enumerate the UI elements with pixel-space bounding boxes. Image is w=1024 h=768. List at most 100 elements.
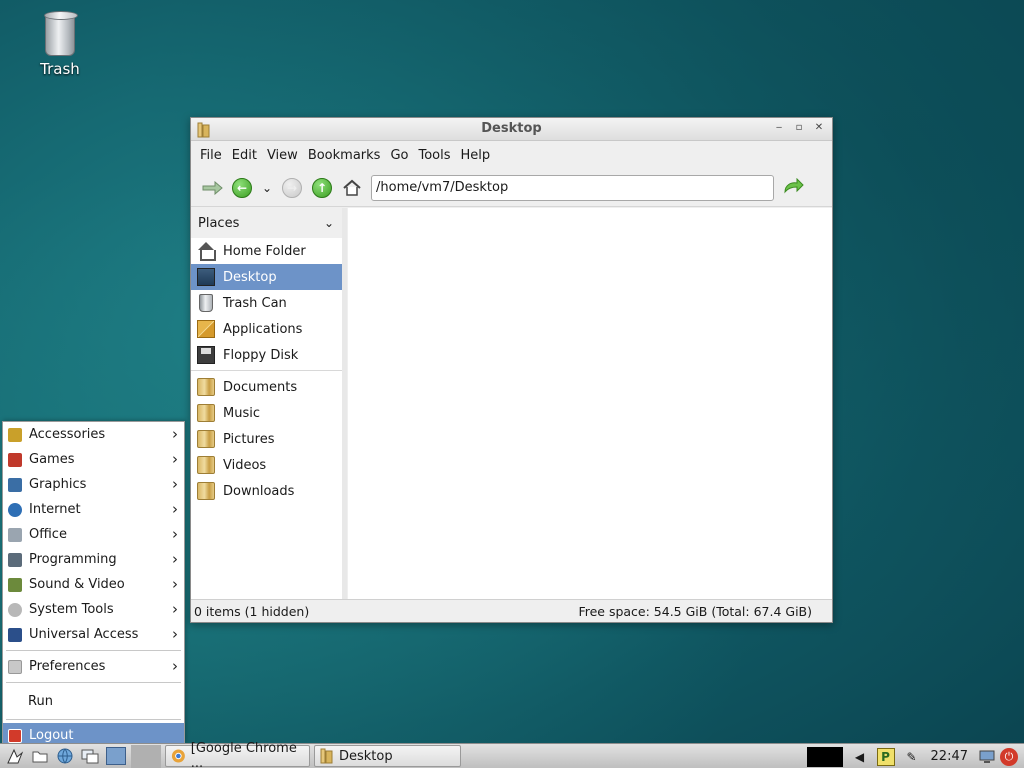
- status-item-count: 0 items (1 hidden): [194, 603, 310, 619]
- menu-games[interactable]: Games ›: [3, 447, 184, 472]
- menu-sound-video[interactable]: Sound & Video ›: [3, 572, 184, 597]
- volume-icon[interactable]: ◀: [851, 748, 869, 766]
- back-button[interactable]: ←: [227, 173, 257, 203]
- file-list-area[interactable]: [348, 208, 832, 599]
- system-tools-icon: [8, 602, 22, 617]
- start-menu-button[interactable]: [5, 746, 25, 766]
- forward-button[interactable]: →: [277, 173, 307, 203]
- menu-file[interactable]: File: [195, 148, 227, 163]
- bookmark-downloads[interactable]: Downloads: [191, 478, 342, 504]
- cpu-monitor[interactable]: [806, 746, 843, 767]
- separator: [6, 682, 181, 683]
- menu-logo-icon: [7, 748, 24, 764]
- floppy-icon: [197, 346, 215, 364]
- menu-label: Accessories: [29, 427, 106, 442]
- menu-tools[interactable]: Tools: [413, 148, 455, 163]
- menu-programming[interactable]: Programming ›: [3, 547, 184, 572]
- preferences-icon: [8, 659, 22, 674]
- back-arrow-icon: ←: [232, 177, 252, 198]
- package-updater-icon[interactable]: P: [876, 747, 895, 766]
- desktop-pager[interactable]: [105, 746, 127, 766]
- home-icon: [343, 179, 361, 196]
- path-input[interactable]: /home/vm7/Desktop: [371, 174, 774, 201]
- folder-icon: [197, 378, 215, 396]
- go-button[interactable]: [778, 173, 808, 203]
- menu-bookmarks[interactable]: Bookmarks: [303, 148, 386, 163]
- globe-icon: [57, 748, 73, 764]
- place-applications[interactable]: Applications: [191, 316, 342, 342]
- menu-label: System Tools: [29, 602, 114, 617]
- new-tab-button[interactable]: [197, 173, 227, 203]
- chevron-down-icon: ⌄: [261, 180, 273, 195]
- menu-internet[interactable]: Internet ›: [3, 497, 184, 522]
- menu-accessories[interactable]: Accessories ›: [3, 422, 184, 447]
- place-desktop[interactable]: Desktop: [191, 264, 342, 290]
- accessories-icon: [8, 427, 22, 442]
- side-pane: Places ⌄ Home Folder Desktop Trash Can A…: [191, 208, 347, 599]
- close-button[interactable]: ✕: [812, 120, 826, 136]
- minimize-button[interactable]: ‒: [772, 120, 786, 136]
- menu-universal-access[interactable]: Universal Access ›: [3, 622, 184, 647]
- chevron-right-icon: ›: [172, 600, 178, 618]
- programming-icon: [8, 552, 22, 567]
- menu-office[interactable]: Office ›: [3, 522, 184, 547]
- bookmark-label: Downloads: [223, 483, 295, 499]
- workspace-icon: [106, 747, 126, 765]
- clock[interactable]: 22:47: [931, 749, 968, 764]
- file-manager-window: Desktop ‒ ▫ ✕ File Edit View Bookmarks G…: [190, 117, 833, 623]
- menu-view[interactable]: View: [262, 148, 303, 163]
- folder-icon: [197, 482, 215, 500]
- menu-label: Run: [28, 693, 53, 709]
- desktop-trash-icon[interactable]: Trash: [30, 10, 90, 78]
- maximize-button[interactable]: ▫: [792, 120, 806, 136]
- menu-label: Logout: [29, 728, 74, 743]
- taskbar: [Google Chrome ... Desktop ◀ P ✎ 22:47 ⏻: [0, 741, 1024, 768]
- menu-go[interactable]: Go: [385, 148, 413, 163]
- file-manager-launcher[interactable]: [30, 746, 50, 766]
- separator: [6, 719, 181, 720]
- network-icon[interactable]: ✎: [903, 748, 921, 766]
- folder-icon: [320, 748, 333, 764]
- status-bar: 0 items (1 hidden) Free space: 54.5 GiB …: [191, 599, 832, 622]
- trash-icon: [199, 294, 213, 312]
- menu-help[interactable]: Help: [456, 148, 496, 163]
- up-arrow-icon: ↑: [312, 177, 332, 198]
- menu-edit[interactable]: Edit: [227, 148, 262, 163]
- places-header[interactable]: Places ⌄: [191, 208, 342, 238]
- separator: [191, 370, 342, 371]
- bookmark-videos[interactable]: Videos: [191, 452, 342, 478]
- place-label: Trash Can: [223, 295, 287, 311]
- task-label: [Google Chrome ...: [190, 741, 297, 768]
- place-floppy-disk[interactable]: Floppy Disk: [191, 342, 342, 368]
- place-home-folder[interactable]: Home Folder: [191, 238, 342, 264]
- menu-run[interactable]: Run: [3, 686, 184, 716]
- menu-preferences[interactable]: Preferences ›: [3, 654, 184, 679]
- applications-icon: [197, 320, 215, 338]
- menu-system-tools[interactable]: System Tools ›: [3, 597, 184, 622]
- bookmark-music[interactable]: Music: [191, 400, 342, 426]
- place-trash-can[interactable]: Trash Can: [191, 290, 342, 316]
- sound-video-icon: [8, 577, 22, 592]
- task-google-chrome[interactable]: [Google Chrome ...: [165, 741, 310, 768]
- start-menu: Accessories › Games › Graphics › Interne…: [2, 421, 185, 748]
- up-button[interactable]: ↑: [307, 173, 337, 203]
- chevron-right-icon: ›: [172, 575, 178, 593]
- browser-launcher[interactable]: [55, 746, 75, 766]
- window-switcher-button[interactable]: [80, 746, 100, 766]
- history-dropdown-button[interactable]: ⌄: [257, 173, 277, 203]
- chevron-down-icon: ⌄: [323, 216, 334, 230]
- bookmark-documents[interactable]: Documents: [191, 374, 342, 400]
- title-bar[interactable]: Desktop ‒ ▫ ✕: [191, 118, 832, 141]
- home-icon: [197, 242, 216, 261]
- desktop-icon: [197, 268, 215, 286]
- task-desktop[interactable]: Desktop: [314, 745, 461, 767]
- menu-label: Office: [29, 527, 67, 542]
- bookmark-pictures[interactable]: Pictures: [191, 426, 342, 452]
- menu-graphics[interactable]: Graphics ›: [3, 472, 184, 497]
- screen-lock-icon[interactable]: [978, 748, 996, 766]
- home-button[interactable]: [337, 173, 367, 203]
- pane-resize-handle[interactable]: [342, 208, 347, 599]
- toolbar: ← ⌄ → ↑ /home/vm7/Desktop: [191, 169, 832, 207]
- place-label: Desktop: [223, 269, 277, 285]
- power-icon[interactable]: ⏻: [1000, 747, 1018, 766]
